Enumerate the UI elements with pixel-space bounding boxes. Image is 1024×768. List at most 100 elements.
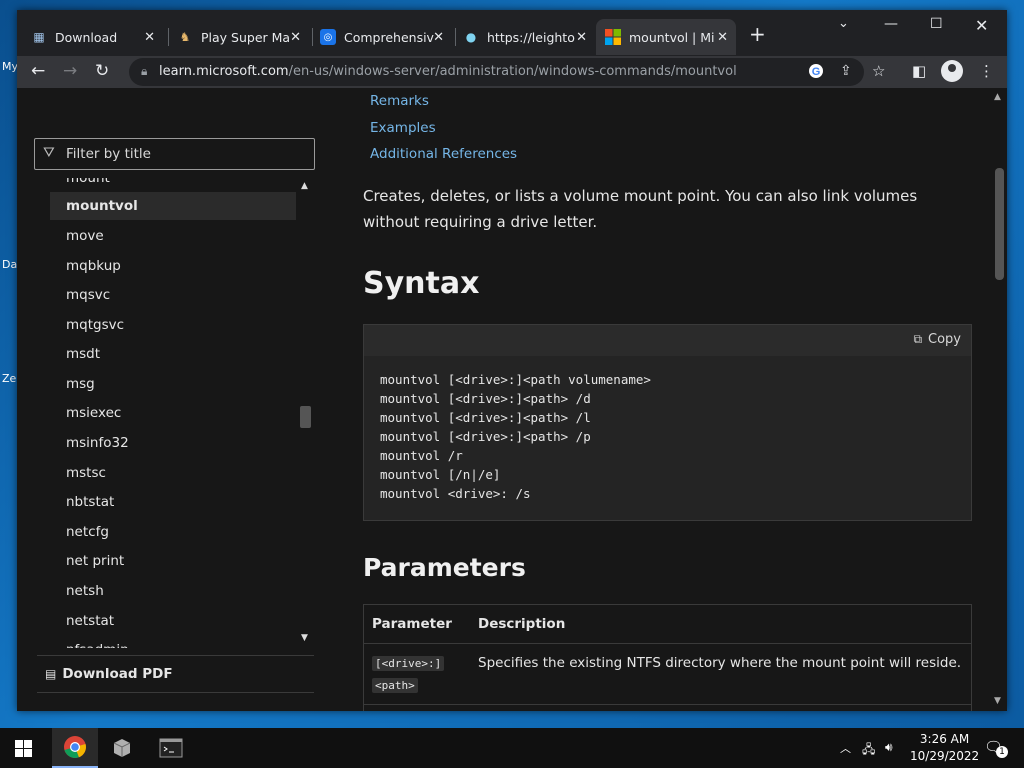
minimize-icon[interactable]: — (884, 16, 898, 32)
clock-date: 10/29/2022 (910, 749, 980, 763)
scroll-down-icon[interactable]: ▼ (301, 633, 308, 643)
param-code: [<drive>:] (372, 656, 445, 671)
desktop-icon-label[interactable]: Ze (2, 372, 16, 385)
code-line: mountvol [<drive>:]<path> /d (380, 391, 591, 406)
toc-item-active[interactable]: mountvol (50, 192, 296, 220)
toc-scroll-thumb[interactable] (300, 406, 311, 428)
tab-leighton[interactable]: ● https://leighto ✕ (463, 19, 595, 55)
code-line: mountvol [<drive>:]<path> /l (380, 410, 591, 425)
toc-item[interactable]: mount (50, 178, 296, 192)
tab-title: mountvol | Mic (629, 29, 715, 45)
code-block-header: ⧉ Copy (363, 324, 972, 356)
lock-icon[interactable]: 🔒︎ (141, 64, 147, 79)
close-window-icon[interactable]: ✕ (975, 16, 988, 35)
back-icon[interactable]: ← (31, 61, 45, 81)
in-page-link-examples[interactable]: Examples (370, 120, 436, 136)
scroll-up-icon[interactable]: ▲ (301, 181, 308, 191)
google-lens-icon[interactable]: G (808, 63, 824, 83)
tab-title: Download (55, 29, 118, 45)
filter-placeholder: Filter by title (66, 146, 151, 162)
toc-item[interactable]: nbtstat (50, 488, 296, 516)
globe-icon: ● (465, 30, 477, 44)
param-code: <path> (372, 678, 418, 693)
side-panel-icon[interactable]: ◧ (912, 62, 926, 80)
toc-item[interactable]: mqsvc (50, 281, 296, 309)
microsoft-logo-icon (605, 29, 621, 45)
toc-item[interactable]: netsh (50, 577, 296, 605)
in-page-link-additional-references[interactable]: Additional References (370, 146, 517, 162)
profile-avatar[interactable] (941, 60, 963, 82)
close-tab-icon[interactable]: ✕ (433, 30, 444, 45)
toc-item[interactable]: msg (50, 370, 296, 398)
toc-item[interactable]: mstsc (50, 459, 296, 487)
reload-icon[interactable]: ↻ (95, 61, 109, 81)
taskbar-terminal[interactable] (148, 728, 194, 768)
toc-scrollbar[interactable]: ▲ ▼ (298, 178, 314, 648)
terminal-icon (159, 738, 183, 758)
toc-item[interactable]: msdt (50, 340, 296, 368)
in-page-link-remarks[interactable]: Remarks (370, 93, 429, 109)
svg-text:G: G (812, 66, 821, 78)
tab-search-icon[interactable]: ⌄ (838, 16, 849, 31)
code-line: mountvol <drive>: /s (380, 486, 531, 501)
close-tab-icon[interactable]: ✕ (144, 30, 155, 45)
taskbar-chrome[interactable] (52, 728, 98, 768)
toc-item[interactable]: net print (50, 547, 296, 575)
new-tab-icon[interactable]: + (749, 24, 766, 44)
desktop-icon-label[interactable]: Da (2, 258, 17, 271)
toc-item[interactable]: msiexec (50, 399, 296, 427)
bookmark-star-icon[interactable]: ☆ (872, 62, 885, 80)
toc-item[interactable]: msinfo32 (50, 429, 296, 457)
tab-play-super-mario[interactable]: ♞ Play Super Ma ✕ (177, 19, 309, 55)
desktop-icon-label[interactable]: My (2, 60, 18, 73)
tab-title: https://leighto (487, 29, 575, 45)
browser-toolbar: ← → ↻ 🔒︎ learn.microsoft.com/en-us/windo… (17, 56, 1007, 88)
page-content: ⛛ Filter by title mount mountvol move mq… (17, 88, 991, 711)
toc-item[interactable]: netcfg (50, 518, 296, 546)
share-icon[interactable]: ⇪ (840, 63, 852, 79)
copy-icon: ⧉ (913, 332, 923, 346)
network-icon: ▦ (33, 30, 45, 44)
tab-comprehensive[interactable]: ◎ Comprehensiv ✕ (320, 19, 452, 55)
toc-item[interactable]: nfsadmin (50, 636, 296, 648)
close-tab-icon[interactable]: ✕ (717, 30, 728, 45)
close-tab-icon[interactable]: ✕ (290, 30, 301, 45)
filter-by-title-input[interactable]: ⛛ Filter by title (34, 138, 315, 170)
toc-item[interactable]: mqtgsvc (50, 311, 296, 339)
forward-icon[interactable]: → (63, 61, 77, 81)
toc-item[interactable]: netstat (50, 607, 296, 635)
code-line: mountvol [<drive>:]<path> /p (380, 429, 591, 444)
code-line: mountvol [/n|/e] (380, 467, 501, 482)
page-scroll-thumb[interactable] (995, 168, 1004, 280)
syntax-heading: Syntax (363, 266, 480, 301)
page-scrollbar[interactable]: ▲ ▼ (991, 88, 1007, 711)
filter-icon: ⛛ (43, 145, 55, 161)
address-bar[interactable]: 🔒︎ learn.microsoft.com/en-us/windows-ser… (129, 58, 864, 86)
menu-kebab-icon[interactable]: ⋮ (979, 62, 994, 80)
toc-item[interactable]: mqbkup (50, 252, 296, 280)
tab-strip: ▦ Download ✕ ♞ Play Super Ma ✕ ◎ Compreh… (17, 10, 1007, 56)
tab-download[interactable]: ▦ Download ✕ (31, 19, 163, 55)
game-icon: ♞ (179, 30, 191, 44)
close-tab-icon[interactable]: ✕ (576, 30, 587, 45)
download-pdf-link[interactable]: ▤ Download PDF (37, 655, 314, 693)
parameters-heading: Parameters (363, 553, 526, 582)
volume-icon[interactable]: 🔊︎ (885, 740, 893, 755)
start-button[interactable] (0, 728, 46, 768)
notification-count-badge: 1 (996, 746, 1008, 758)
tab-mountvol[interactable]: mountvol | Mic ✕ (596, 19, 736, 55)
chevron-up-icon[interactable]: ︿ (840, 740, 851, 756)
toc-item[interactable]: move (50, 222, 296, 250)
system-clock[interactable]: 3:26 AM 10/29/2022 (910, 731, 979, 765)
table-of-contents: mount mountvol move mqbkup mqsvc mqtgsvc… (50, 178, 298, 648)
taskbar-app[interactable] (99, 728, 145, 768)
scroll-down-icon[interactable]: ▼ (994, 696, 1001, 706)
maximize-icon[interactable]: ☐ (930, 16, 943, 32)
param-description: Specifies the existing NTFS directory wh… (478, 655, 962, 671)
clock-time: 3:26 AM (919, 732, 970, 746)
scroll-up-icon[interactable]: ▲ (994, 92, 1001, 102)
copy-button[interactable]: ⧉ Copy (913, 332, 961, 347)
chrome-window: ▦ Download ✕ ♞ Play Super Ma ✕ ◎ Compreh… (17, 10, 1007, 711)
location-pin-icon: ◎ (320, 29, 336, 45)
network-tray-icon[interactable]: 🖧︎ (862, 740, 875, 761)
